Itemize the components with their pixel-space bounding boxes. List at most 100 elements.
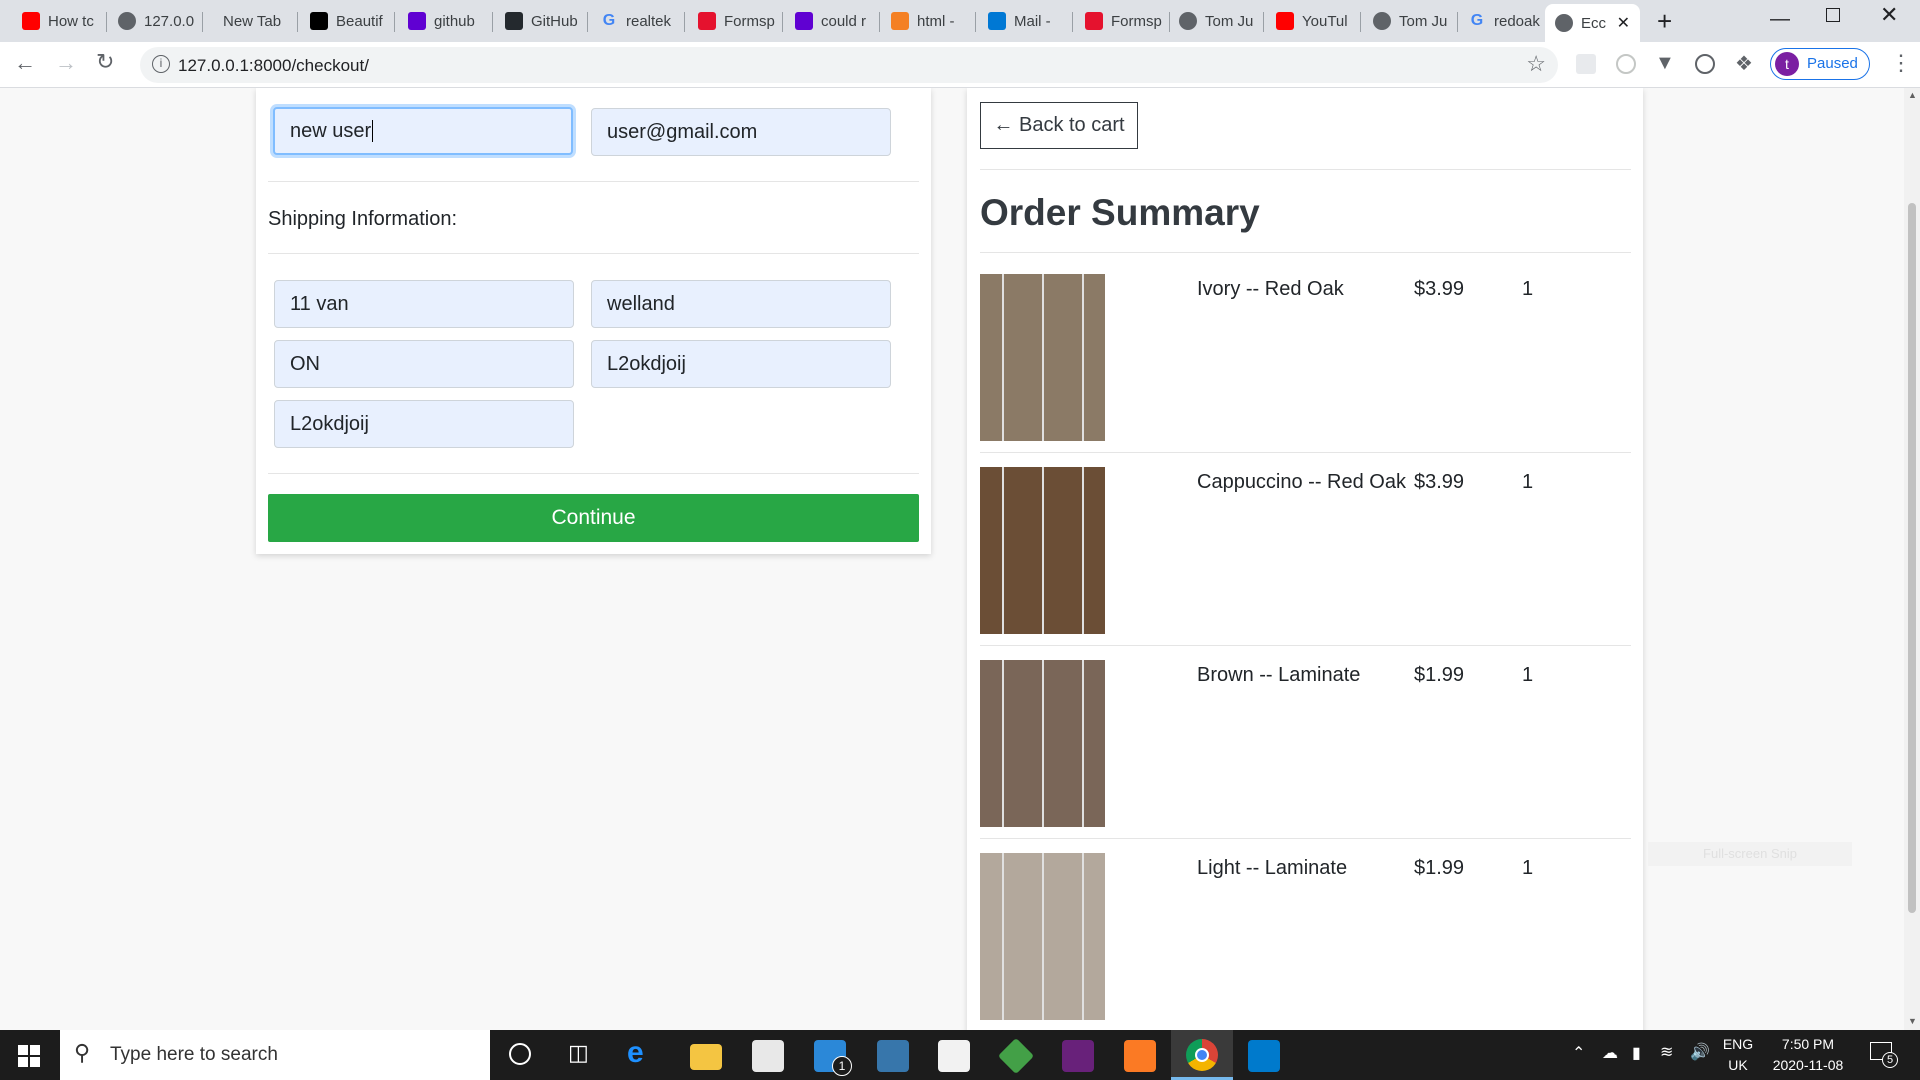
puzzle-extensions-icon[interactable]: ❖ — [1735, 51, 1753, 76]
name-field-value: new user — [290, 120, 372, 142]
address-bar[interactable]: i 127.0.0.1:8000/checkout/ ☆ — [140, 47, 1558, 83]
tab-strip: How tc 127.0.0 New Tab Beautif github GitHub G… — [0, 0, 1920, 42]
browser-tab[interactable]: New Tab — [205, 6, 295, 36]
vuejs-extension-icon[interactable]: ▼ — [1655, 52, 1675, 75]
browser-tab[interactable]: Tom Ju — [1363, 6, 1455, 36]
close-window-icon[interactable]: ✕ — [1880, 2, 1898, 28]
browser-tab[interactable]: html - — [881, 6, 973, 36]
windows-start-icon[interactable] — [18, 1045, 40, 1067]
info-icon[interactable]: i — [152, 55, 170, 73]
product-thumbnail — [980, 274, 1105, 441]
stackoverflow-icon — [891, 12, 909, 30]
item-qty: 1 — [1522, 278, 1534, 300]
browser-tab[interactable]: Formsp — [688, 6, 780, 36]
zipcode-field[interactable]: L2okdjoij — [591, 340, 891, 388]
wifi-icon[interactable]: ≋ — [1660, 1042, 1673, 1062]
globe-icon — [1555, 14, 1573, 32]
minimize-icon[interactable]: — — [1770, 8, 1790, 31]
show-hidden-icons-icon[interactable]: ⌃ — [1572, 1043, 1585, 1063]
divider — [980, 252, 1631, 253]
tab-title: html - — [917, 12, 955, 30]
visual-studio-icon[interactable] — [1062, 1040, 1094, 1072]
browser-tab[interactable]: could r — [785, 6, 877, 36]
row-divider — [980, 645, 1631, 646]
close-tab-icon[interactable]: ✕ — [1617, 13, 1630, 33]
browser-tab[interactable]: Tom Ju — [1169, 6, 1261, 36]
store-icon[interactable] — [752, 1040, 784, 1072]
browser-tab[interactable]: github — [398, 6, 490, 36]
tab-title: Ecc — [1581, 14, 1607, 32]
tab-title: Formsp — [1111, 12, 1162, 30]
document-icon[interactable] — [938, 1040, 970, 1072]
onedrive-icon[interactable]: ☁ — [1602, 1043, 1618, 1063]
browser-tab[interactable]: Gredoak — [1458, 6, 1543, 36]
google-icon: G — [602, 12, 616, 29]
tab-separator — [394, 12, 395, 32]
file-explorer-icon[interactable] — [690, 1044, 722, 1070]
chrome-taskbar-button[interactable] — [1171, 1030, 1233, 1080]
tab-separator — [492, 12, 493, 32]
vscode-icon[interactable] — [1248, 1040, 1280, 1072]
browser-tab[interactable]: How tc — [12, 6, 104, 36]
email-field[interactable]: user@gmail.com — [591, 108, 891, 156]
row-divider — [980, 838, 1631, 839]
outlook-icon — [988, 12, 1006, 30]
task-view-icon[interactable]: ◫ — [568, 1040, 589, 1066]
url-text[interactable]: 127.0.0.1:8000/checkout/ — [178, 56, 369, 76]
menu-kebab-icon[interactable]: ⋮ — [1890, 50, 1912, 76]
cortana-icon[interactable] — [509, 1043, 531, 1065]
tab-title: YouTul — [1302, 12, 1348, 30]
forward-arrow-icon[interactable]: → — [55, 50, 77, 76]
tab-separator — [684, 12, 685, 32]
mail-icon[interactable]: 1 — [814, 1040, 852, 1076]
browser-tab[interactable]: YouTul — [1266, 6, 1358, 36]
continue-button[interactable]: Continue — [268, 494, 919, 542]
new-tab-icon[interactable]: + — [1657, 6, 1672, 37]
browser-tab[interactable]: Mail - — [978, 6, 1070, 36]
tab-separator — [782, 12, 783, 32]
address-field[interactable]: 11 van — [274, 280, 574, 328]
extension-icon[interactable] — [1695, 54, 1715, 74]
country-field[interactable]: L2okdjoij — [274, 400, 574, 448]
browser-tab[interactable]: Grealtek — [590, 6, 682, 36]
scroll-up-icon[interactable]: ▲ — [1908, 90, 1917, 100]
browser-tab[interactable]: Ecc ✕ — [1545, 4, 1640, 42]
formspree-icon — [1085, 12, 1103, 30]
profile-button[interactable]: t Paused — [1770, 48, 1870, 80]
language-region[interactable]: UK — [1721, 1057, 1755, 1073]
checkout-form-card: new user user@gmail.com Shipping Informa… — [256, 88, 931, 554]
xampp-icon[interactable] — [1124, 1040, 1156, 1072]
mail-badge: 1 — [832, 1056, 852, 1076]
volume-icon[interactable]: 🔊 — [1690, 1042, 1710, 1062]
browser-tab[interactable]: 127.0.0 — [108, 6, 200, 36]
github-icon — [505, 12, 523, 30]
restore-icon[interactable] — [1826, 8, 1840, 22]
scrollbar-thumb[interactable] — [1908, 203, 1916, 913]
nodejs-icon[interactable] — [997, 1037, 1035, 1075]
browser-tab[interactable]: Formsp — [1075, 6, 1167, 36]
tab-title: github — [434, 12, 475, 30]
extension-icon[interactable] — [1616, 54, 1636, 74]
clock-date[interactable]: 2020-11-08 — [1764, 1057, 1852, 1073]
page-scrollbar[interactable]: ▲ ▼ — [1904, 88, 1920, 1030]
taskbar-search-box[interactable]: ⚲ Type here to search — [60, 1030, 490, 1080]
city-field[interactable]: welland — [591, 280, 891, 328]
browser-tab[interactable]: Beautif — [300, 6, 392, 36]
divider — [980, 169, 1631, 170]
back-to-cart-button[interactable]: ← Back to cart — [980, 102, 1138, 149]
reload-icon[interactable]: ↻ — [96, 49, 114, 75]
globe-icon — [118, 12, 136, 30]
scroll-down-icon[interactable]: ▼ — [1908, 1016, 1917, 1026]
language-indicator[interactable]: ENG — [1721, 1036, 1755, 1052]
edge-icon[interactable]: e — [627, 1036, 659, 1069]
state-field[interactable]: ON — [274, 340, 574, 388]
back-arrow-icon[interactable]: ← — [14, 50, 36, 76]
extension-icon[interactable] — [1576, 54, 1596, 74]
python-icon[interactable] — [877, 1040, 909, 1072]
clock-time[interactable]: 7:50 PM — [1764, 1036, 1852, 1052]
battery-icon[interactable]: ▮ — [1632, 1043, 1641, 1063]
bookmark-star-icon[interactable]: ☆ — [1526, 51, 1546, 77]
yahoo-icon — [408, 12, 426, 30]
name-field[interactable]: new user — [273, 107, 573, 155]
browser-tab[interactable]: GitHub — [495, 6, 585, 36]
